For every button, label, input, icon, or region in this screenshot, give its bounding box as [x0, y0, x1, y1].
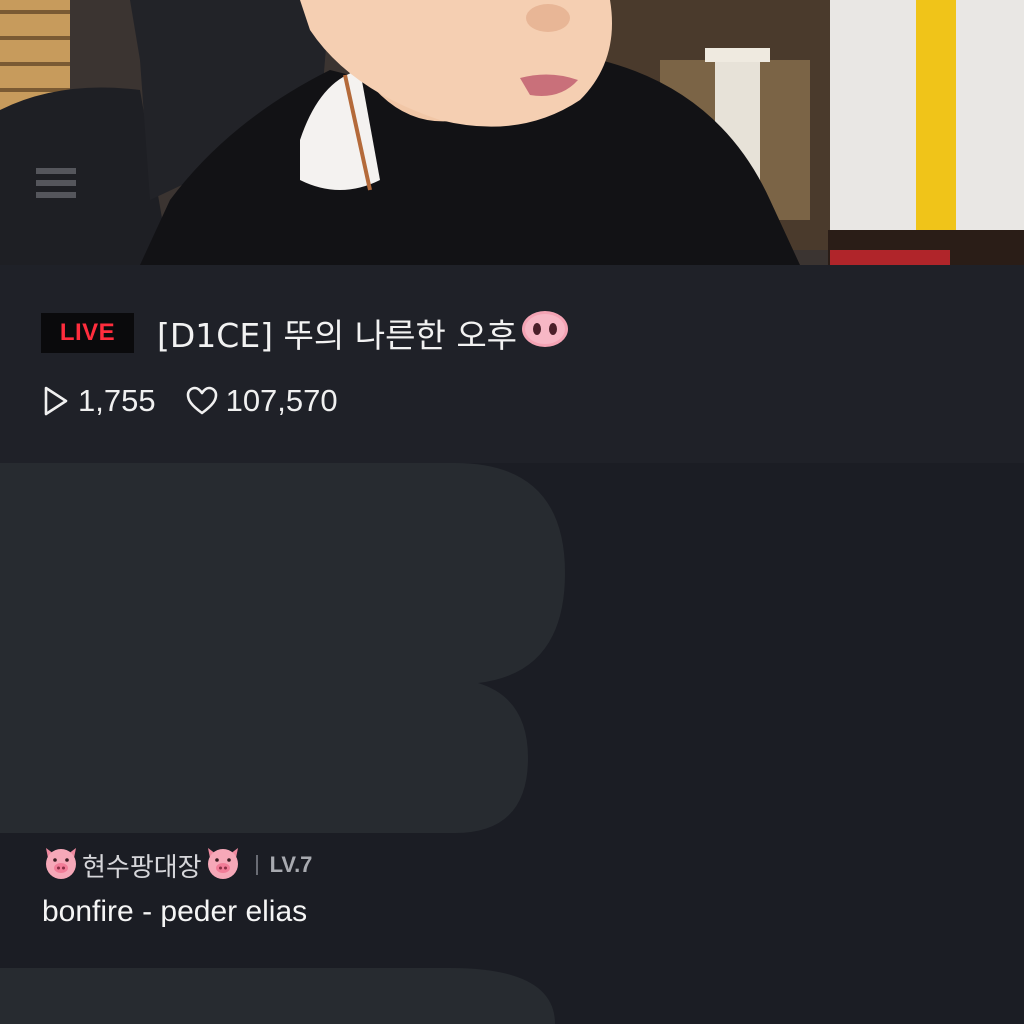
- stream-title-text: [D1CE] 뚜의 나른한 오후: [157, 316, 518, 355]
- play-count-value: 1,755: [78, 383, 156, 418]
- video-player[interactable]: [0, 0, 1024, 265]
- chat-bubble-shapes: [0, 463, 565, 1024]
- play-count: 1,755: [42, 383, 156, 419]
- stream-info-panel: LIVE [D1CE] 뚜의 나른한 오후 1,755 107,570: [0, 265, 1024, 463]
- stream-title: [D1CE] 뚜의 나른한 오후: [157, 309, 569, 357]
- like-count-value: 107,570: [225, 383, 338, 418]
- pig-face-icon: [204, 844, 242, 887]
- user-level-badge: LV.7: [269, 852, 313, 877]
- meta-divider: [255, 855, 258, 875]
- like-count: 107,570: [186, 383, 338, 419]
- stream-stats: 1,755 107,570: [42, 379, 368, 423]
- video-frame-image: [0, 0, 1024, 265]
- heart-icon: [186, 386, 217, 415]
- live-badge: LIVE: [41, 313, 134, 353]
- chat-area[interactable]: 현수팡대장 LV.7 bonfire - peder elias: [0, 463, 1024, 1024]
- chat-message-text: bonfire - peder elias: [42, 895, 308, 928]
- chat-message-meta: 현수팡대장 LV.7: [42, 845, 942, 885]
- chat-message[interactable]: 현수팡대장 LV.7 bonfire - peder elias: [42, 845, 942, 929]
- pig-face-icon: [42, 844, 80, 887]
- chat-username[interactable]: 현수팡대장: [82, 847, 202, 884]
- play-icon: [44, 386, 68, 416]
- pig-nose-icon: [521, 309, 569, 357]
